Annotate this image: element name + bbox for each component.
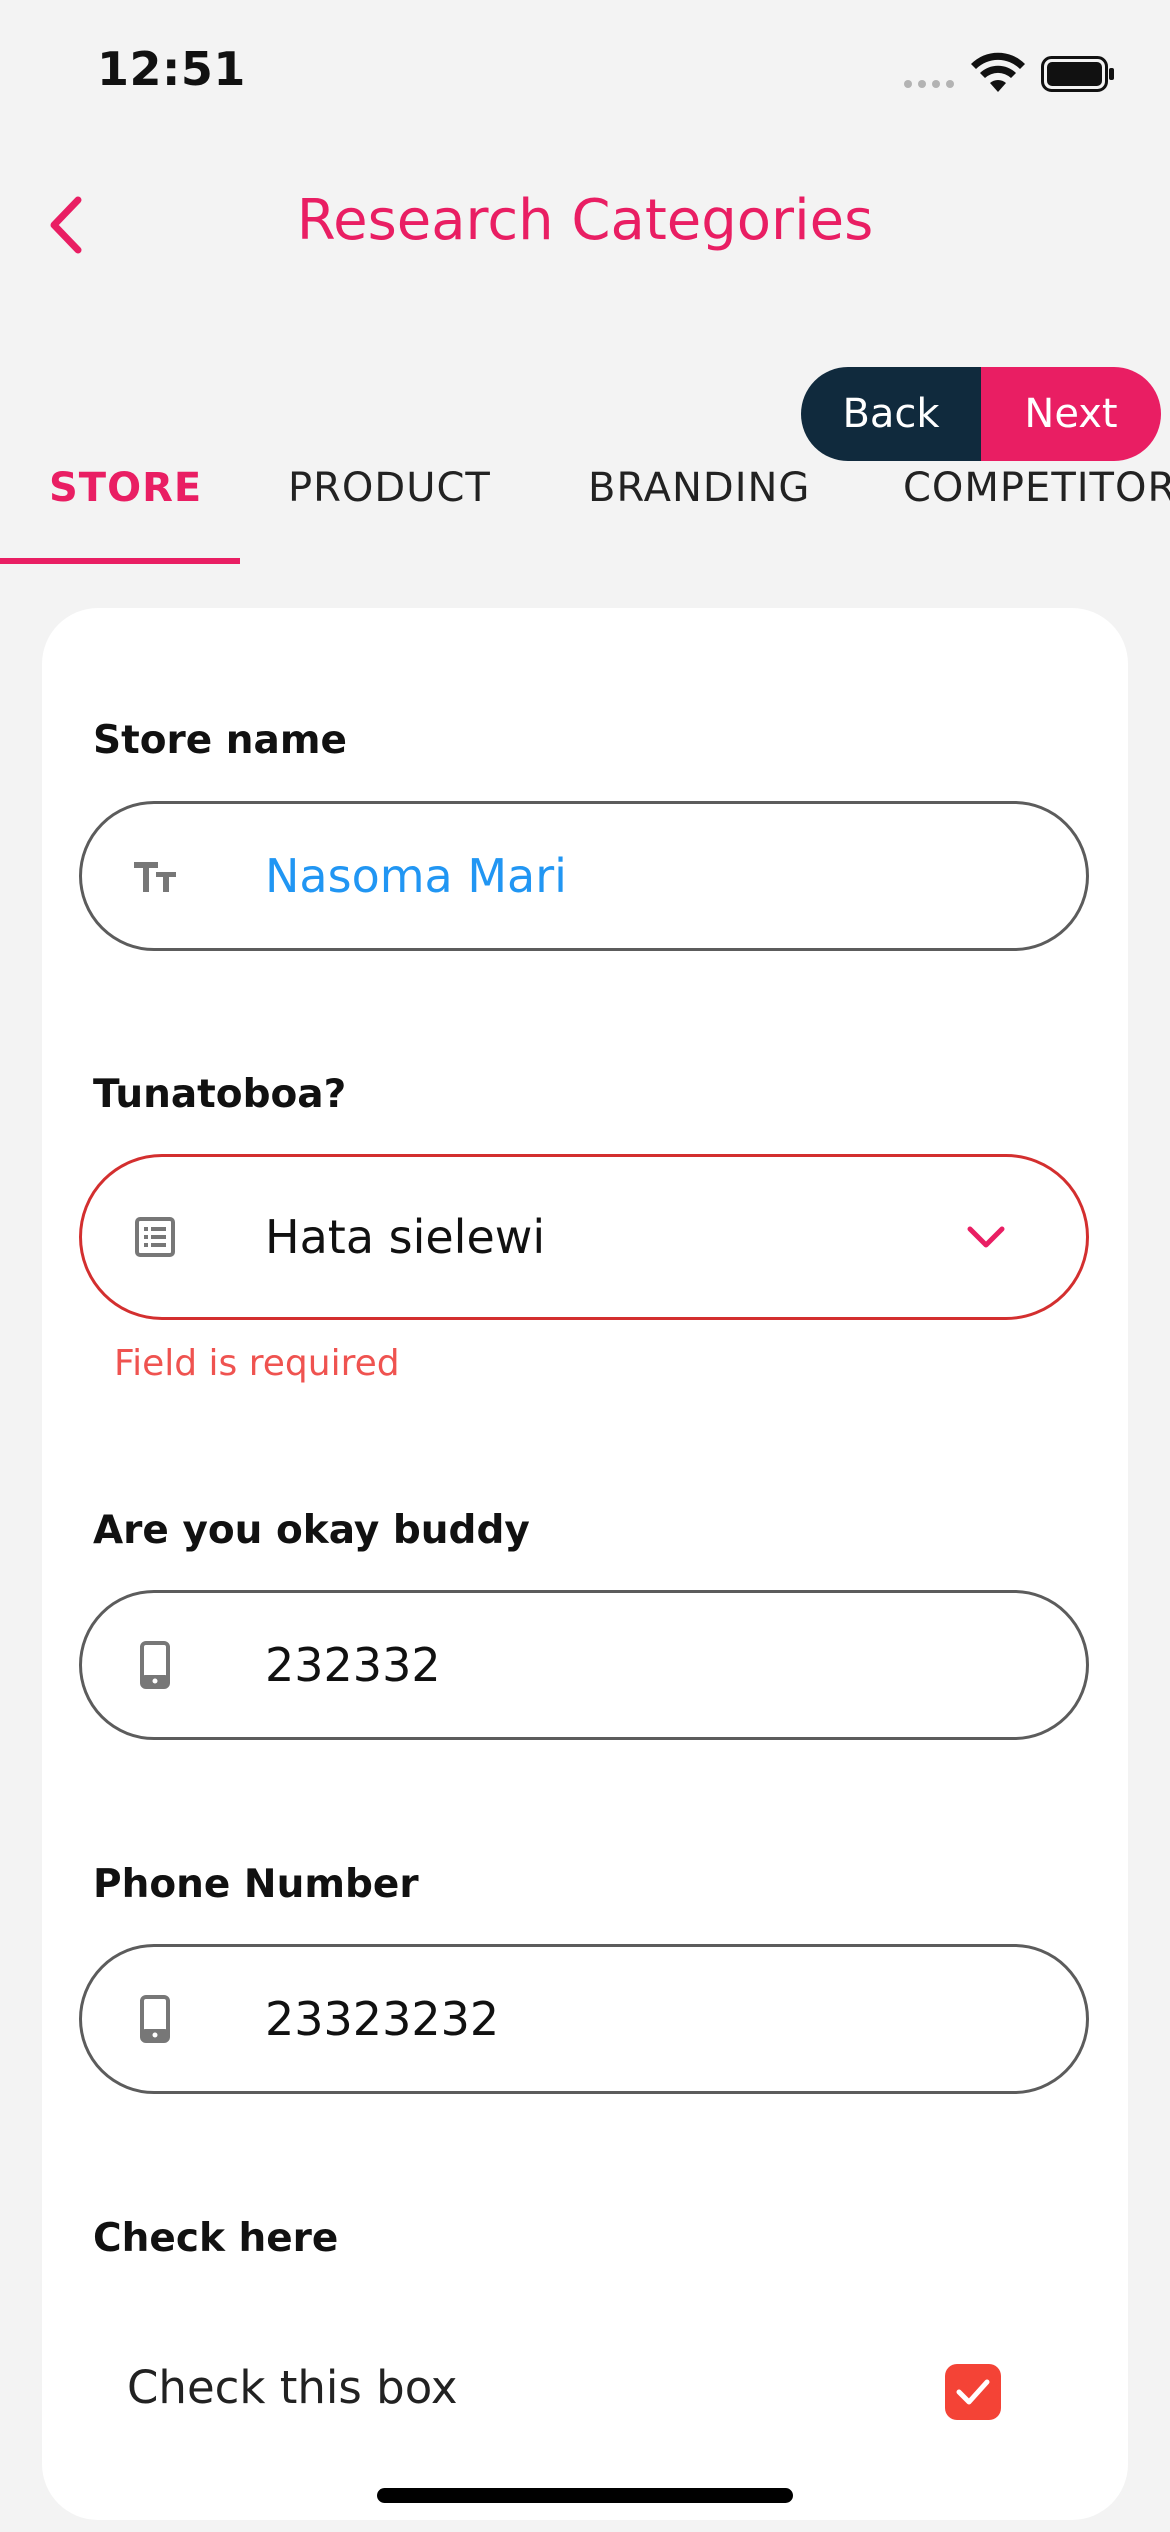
tab-store[interactable]: STORE — [49, 465, 202, 511]
header: Research Categories — [0, 160, 1170, 290]
tab-competitor[interactable]: COMPETITOR — [903, 465, 1170, 511]
form-card: Store name Nasoma Mari Tunatoboa? Hata s… — [42, 608, 1128, 2520]
back-button[interactable]: Back — [801, 367, 981, 461]
list-icon — [132, 1214, 178, 1260]
tunatoboa-label: Tunatoboa? — [93, 1072, 347, 1117]
battery-icon — [1041, 56, 1114, 92]
phone-number-value: 23323232 — [265, 1992, 500, 2046]
store-name-field[interactable]: Nasoma Mari — [79, 801, 1089, 951]
tunatoboa-error-text: Field is required — [114, 1343, 400, 1384]
check-this-box-checkbox[interactable] — [945, 2364, 1001, 2420]
active-tab-indicator — [0, 558, 240, 564]
phone-number-label: Phone Number — [93, 1862, 419, 1907]
phone-icon — [132, 1641, 178, 1689]
check-here-label: Check here — [93, 2216, 339, 2261]
okay-buddy-value: 232332 — [265, 1638, 441, 1692]
store-name-label: Store name — [93, 718, 347, 763]
page-title: Research Categories — [296, 188, 874, 253]
cellular-signal-icon — [904, 80, 954, 88]
back-next-segmented-control: Back Next — [801, 367, 1161, 461]
tab-product[interactable]: PRODUCT — [288, 465, 491, 511]
text-format-icon — [132, 853, 178, 899]
tunatoboa-select[interactable]: Hata sielewi — [79, 1154, 1089, 1320]
check-this-box-row[interactable]: Check this box — [42, 2321, 1128, 2441]
store-name-value: Nasoma Mari — [265, 849, 567, 903]
checkmark-icon — [956, 2379, 990, 2405]
status-bar: 12:51 — [0, 0, 1170, 140]
category-tabs: STORE PRODUCT BRANDING COMPETITOR — [0, 455, 1170, 565]
status-time: 12:51 — [97, 42, 246, 96]
home-indicator — [377, 2488, 793, 2503]
phone-icon — [132, 1995, 178, 2043]
wifi-icon — [971, 52, 1025, 92]
phone-number-field[interactable]: 23323232 — [79, 1944, 1089, 2094]
check-this-box-label: Check this box — [127, 2361, 458, 2414]
tab-branding[interactable]: BRANDING — [588, 465, 810, 511]
okay-buddy-label: Are you okay buddy — [93, 1508, 530, 1553]
chevron-down-icon — [967, 1226, 1005, 1248]
tunatoboa-value: Hata sielewi — [265, 1210, 546, 1264]
next-button[interactable]: Next — [981, 367, 1161, 461]
okay-buddy-field[interactable]: 232332 — [79, 1590, 1089, 1740]
